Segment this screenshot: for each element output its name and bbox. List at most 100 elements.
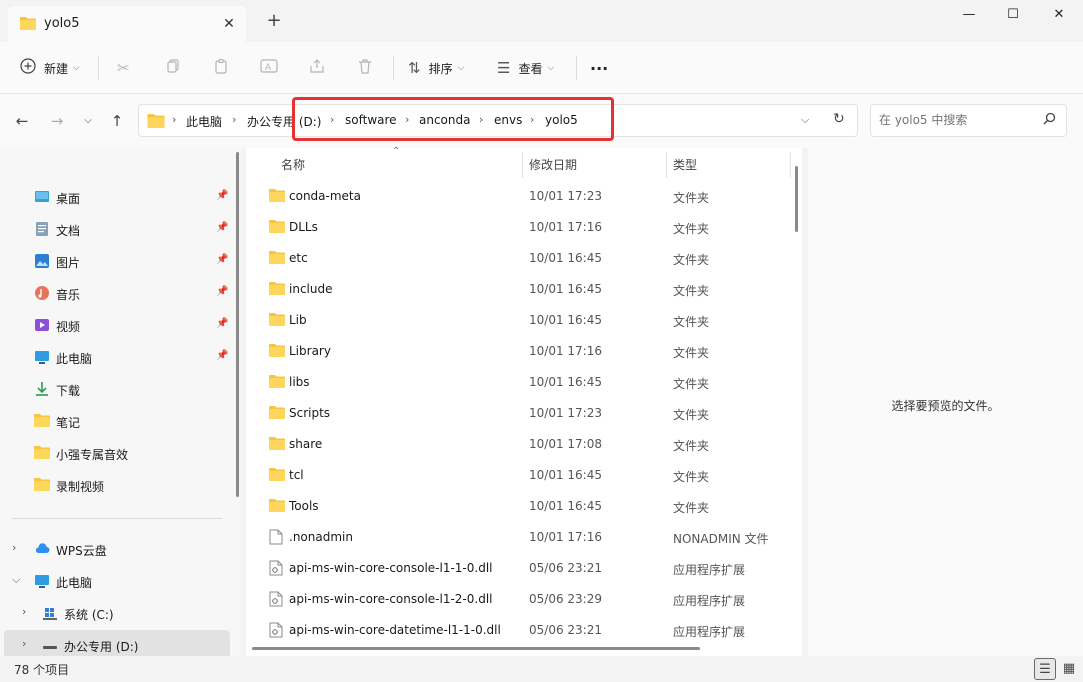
file-row[interactable]: include 10/01 16:45 文件夹	[254, 274, 790, 305]
this-pc-icon	[34, 573, 50, 589]
chevron-right-icon[interactable]: ›	[22, 605, 26, 618]
file-date: 10/01 17:16	[529, 220, 602, 234]
search-icon[interactable]	[1043, 112, 1056, 129]
file-row[interactable]: tcl 10/01 16:45 文件夹	[254, 460, 790, 491]
dll-file-icon	[269, 560, 283, 579]
file-row[interactable]: .nonadmin 10/01 17:16 NONADMIN 文件	[254, 522, 790, 553]
sidebar-item-notes[interactable]: 笔记	[0, 406, 230, 436]
sidebar-item-recordings[interactable]: 录制视频	[0, 470, 230, 500]
file-row[interactable]: Library 10/01 17:16 文件夹	[254, 336, 790, 367]
file-type: 文件夹	[673, 284, 710, 298]
sidebar-item-sound-effects[interactable]: 小强专属音效	[0, 438, 230, 468]
share-button[interactable]	[309, 54, 325, 82]
sidebar-item-drive-c[interactable]: › 系统 (C:)	[0, 598, 230, 628]
sidebar-item-documents[interactable]: 文档 📌	[0, 214, 230, 244]
file-row[interactable]: etc 10/01 16:45 文件夹	[254, 243, 790, 274]
sidebar-item-wps-cloud[interactable]: › WPS云盘	[0, 534, 230, 564]
file-row[interactable]: share 10/01 17:08 文件夹	[254, 429, 790, 460]
file-row[interactable]: Lib 10/01 16:45 文件夹	[254, 305, 790, 336]
sort-button[interactable]: ⇅ 排序 ⌵	[408, 54, 464, 82]
folder-icon	[269, 467, 285, 484]
tiles-view-button[interactable]: ▦	[1058, 658, 1080, 680]
breadcrumb-separator: ›	[172, 113, 177, 126]
sidebar-item-this-pc-tree[interactable]: ⌵ 此电脑	[0, 566, 230, 596]
file-date: 05/06 23:21	[529, 623, 602, 637]
file-type: 文件夹	[673, 346, 710, 360]
refresh-icon[interactable]: ↻	[833, 111, 845, 127]
cut-button[interactable]: ✂	[117, 54, 130, 82]
file-type: 文件夹	[673, 315, 710, 329]
back-button[interactable]: ←	[11, 110, 33, 132]
column-header-date[interactable]: 修改日期	[529, 156, 577, 173]
tab-yolo5[interactable]: yolo5 ✕	[8, 6, 246, 42]
file-type: 应用程序扩展	[673, 625, 746, 639]
file-name: Library	[289, 344, 331, 358]
divider	[98, 56, 99, 80]
file-list-horizontal-scrollbar[interactable]	[252, 647, 700, 650]
recent-locations-button[interactable]: ⌵	[77, 110, 99, 132]
view-button[interactable]: ☰ 查看 ⌵	[497, 54, 554, 82]
file-row[interactable]: DLLs 10/01 17:16 文件夹	[254, 212, 790, 243]
sidebar-item-downloads[interactable]: 下载	[0, 374, 230, 404]
file-type: 文件夹	[673, 439, 710, 453]
sort-icon: ⇅	[408, 59, 421, 77]
sidebar-scrollbar[interactable]	[236, 152, 239, 497]
column-divider[interactable]	[522, 152, 523, 178]
file-row[interactable]: conda-meta 10/01 17:23 文件夹	[254, 181, 790, 212]
copy-icon	[165, 58, 181, 78]
paste-button[interactable]	[213, 54, 229, 82]
folder-icon	[269, 312, 285, 329]
forward-button[interactable]: →	[46, 110, 68, 132]
file-row[interactable]: api-ms-win-core-console-l1-1-0.dll 05/06 …	[254, 553, 790, 584]
sidebar-item-videos[interactable]: 视频 📌	[0, 310, 230, 340]
file-row[interactable]: api-ms-win-core-datetime-l1-1-0.dll 05/06…	[254, 615, 790, 646]
chevron-right-icon[interactable]: ›	[22, 637, 26, 650]
more-options-button[interactable]: ···	[590, 54, 608, 82]
view-label: 查看	[518, 61, 543, 76]
sidebar-item-this-pc[interactable]: 此电脑 📌	[0, 342, 230, 372]
details-view-button[interactable]: ☰	[1034, 658, 1056, 680]
sidebar-item-desktop[interactable]: 桌面 📌	[0, 182, 230, 212]
folder-icon	[269, 498, 285, 515]
delete-button[interactable]	[357, 54, 373, 82]
pin-icon: 📌	[216, 350, 229, 361]
sidebar-item-pictures[interactable]: 图片 📌	[0, 246, 230, 276]
minimize-button[interactable]: —	[946, 0, 992, 30]
sidebar-label: 办公专用 (D:)	[64, 640, 139, 654]
file-date: 10/01 17:23	[529, 406, 602, 420]
copy-button[interactable]	[165, 54, 181, 82]
column-header-name[interactable]: 名称	[281, 156, 305, 173]
column-divider[interactable]	[666, 152, 667, 178]
column-header-type[interactable]: 类型	[673, 156, 697, 173]
chevron-down-icon[interactable]: ⌵	[12, 573, 20, 587]
pin-icon: 📌	[216, 190, 229, 201]
file-type: 文件夹	[673, 501, 710, 515]
new-tab-button[interactable]: +	[262, 10, 286, 34]
tab-close-button[interactable]: ✕	[218, 13, 240, 35]
file-list-vertical-scrollbar[interactable]	[795, 166, 798, 232]
column-divider[interactable]	[790, 152, 791, 178]
search-box[interactable]	[870, 104, 1067, 137]
close-window-button[interactable]: ✕	[1036, 0, 1082, 30]
folder-icon	[269, 436, 285, 453]
maximize-button[interactable]: ☐	[990, 0, 1036, 30]
sidebar-label: 图片	[56, 256, 81, 270]
search-input[interactable]	[879, 113, 1039, 127]
rename-button[interactable]: A	[260, 54, 278, 82]
new-button[interactable]: 新建 ⌵	[20, 54, 80, 82]
divider	[12, 518, 222, 519]
sidebar-label: 笔记	[56, 416, 81, 430]
file-name: Lib	[289, 313, 307, 327]
file-row[interactable]: Scripts 10/01 17:23 文件夹	[254, 398, 790, 429]
address-history-chevron-icon[interactable]: ⌵	[801, 113, 809, 127]
chevron-right-icon[interactable]: ›	[12, 541, 16, 554]
sidebar-label: 录制视频	[56, 480, 105, 494]
file-row[interactable]: libs 10/01 16:45 文件夹	[254, 367, 790, 398]
file-row[interactable]: Tools 10/01 16:45 文件夹	[254, 491, 790, 522]
file-name: api-ms-win-core-console-l1-1-0.dll	[289, 561, 493, 575]
up-button[interactable]: ↑	[106, 110, 128, 132]
file-row[interactable]: api-ms-win-core-console-l1-2-0.dll 05/06 …	[254, 584, 790, 615]
file-type: 文件夹	[673, 222, 710, 236]
sidebar-item-music[interactable]: 音乐 📌	[0, 278, 230, 308]
breadcrumb-this-pc[interactable]: 此电脑	[186, 113, 222, 130]
